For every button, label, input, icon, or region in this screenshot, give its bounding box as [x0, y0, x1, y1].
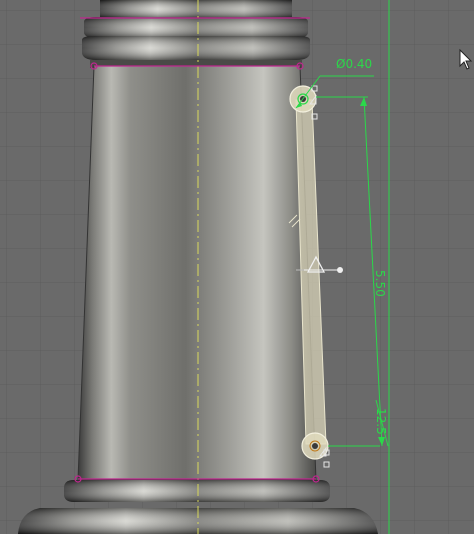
vertical-dimension-label[interactable]: 5.50	[373, 270, 387, 297]
angle-dimension-label[interactable]: 12.5	[374, 408, 388, 435]
viewport-canvas[interactable]: Ø0.40 5.50 12.5	[0, 0, 474, 534]
tapered-shaft[interactable]	[78, 66, 316, 480]
top-collar[interactable]	[82, 0, 310, 68]
diameter-dimension-label[interactable]: Ø0.40	[336, 57, 372, 71]
cad-viewport[interactable]: Ø0.40 5.50 12.5	[0, 0, 474, 534]
